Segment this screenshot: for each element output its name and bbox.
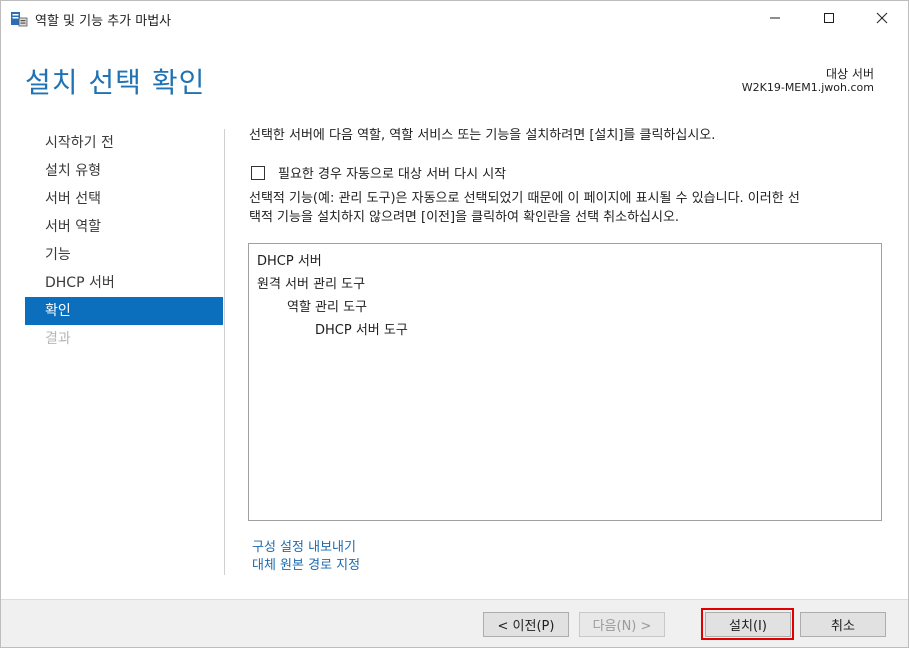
maximize-icon [824, 13, 834, 23]
nav-item-server-roles[interactable]: 서버 역할 [25, 213, 223, 241]
restart-checkbox[interactable] [251, 165, 265, 180]
previous-button[interactable]: < 이전(P) [483, 612, 569, 637]
feature-item: DHCP 서버 [257, 254, 322, 269]
nav-item-features[interactable]: 기능 [25, 241, 223, 269]
restart-option[interactable]: 필요한 경우 자동으로 대상 서버 다시 시작 [251, 163, 506, 182]
minimize-button[interactable] [752, 1, 798, 35]
intro-text: 선택한 서버에 다음 역할, 역할 서비스 또는 기능을 설치하려면 [설치]를… [249, 128, 716, 143]
nav-item-results: 결과 [45, 331, 71, 347]
feature-item: 원격 서버 관리 도구 [257, 277, 366, 292]
optional-features-note: 선택적 기능(예: 관리 도구)은 자동으로 선택되었기 때문에 이 페이지에 … [249, 189, 885, 227]
close-button[interactable] [859, 1, 905, 35]
page-title: 설치 선택 확인 [25, 66, 206, 99]
minimize-icon [770, 17, 780, 19]
optional-note-line-2: 택적 기능을 설치하지 않으려면 [이전]을 클릭하여 확인란을 선택 취소하십… [249, 210, 680, 225]
server-manager-icon [10, 10, 28, 28]
install-button[interactable]: 설치(I) [705, 612, 791, 637]
maximize-button[interactable] [806, 1, 852, 35]
confirmation-content: 선택한 서버에 다음 역할, 역할 서비스 또는 기능을 설치하려면 [설치]를… [248, 127, 889, 573]
selected-features-list[interactable]: DHCP 서버 원격 서버 관리 도구 역할 관리 도구 DHCP 서버 도구 [248, 243, 882, 521]
target-server-label: 대상 서버 [826, 67, 874, 81]
optional-note-line-1: 선택적 기능(예: 관리 도구)은 자동으로 선택되었기 때문에 이 페이지에 … [249, 191, 800, 206]
nav-item-before-you-begin[interactable]: 시작하기 전 [25, 129, 223, 157]
nav-item-dhcp-server[interactable]: DHCP 서버 [25, 269, 223, 297]
nav-item-confirmation[interactable]: 확인 [25, 297, 223, 325]
next-button: 다음(N) > [579, 612, 665, 637]
wizard-footer: < 이전(P) 다음(N) > 설치(I) 취소 [1, 599, 908, 647]
restart-checkbox-label[interactable]: 필요한 경우 자동으로 대상 서버 다시 시작 [278, 163, 506, 182]
title-bar: 역할 및 기능 추가 마법사 [1, 1, 908, 37]
wizard-window: 역할 및 기능 추가 마법사 설치 선택 확인 대상 서버 W2K19-MEM1… [0, 0, 909, 648]
nav-item-installation-type[interactable]: 설치 유형 [25, 157, 223, 185]
nav-item-server-selection[interactable]: 서버 선택 [25, 185, 223, 213]
feature-item: DHCP 서버 도구 [315, 323, 408, 338]
nav-divider [224, 129, 225, 575]
alternate-source-link[interactable]: 대체 원본 경로 지정 [252, 557, 360, 575]
close-icon [876, 12, 888, 24]
config-links: 구성 설정 내보내기 대체 원본 경로 지정 [252, 539, 360, 575]
feature-item: 역할 관리 도구 [287, 300, 368, 315]
export-config-link[interactable]: 구성 설정 내보내기 [252, 539, 360, 557]
window-title: 역할 및 기능 추가 마법사 [35, 14, 172, 29]
wizard-steps-nav: 시작하기 전 설치 유형 서버 선택 서버 역할 기능 DHCP 서버 확인 결… [25, 129, 223, 353]
target-server-name: W2K19-MEM1.jwoh.com [741, 81, 874, 94]
cancel-button[interactable]: 취소 [800, 612, 886, 637]
